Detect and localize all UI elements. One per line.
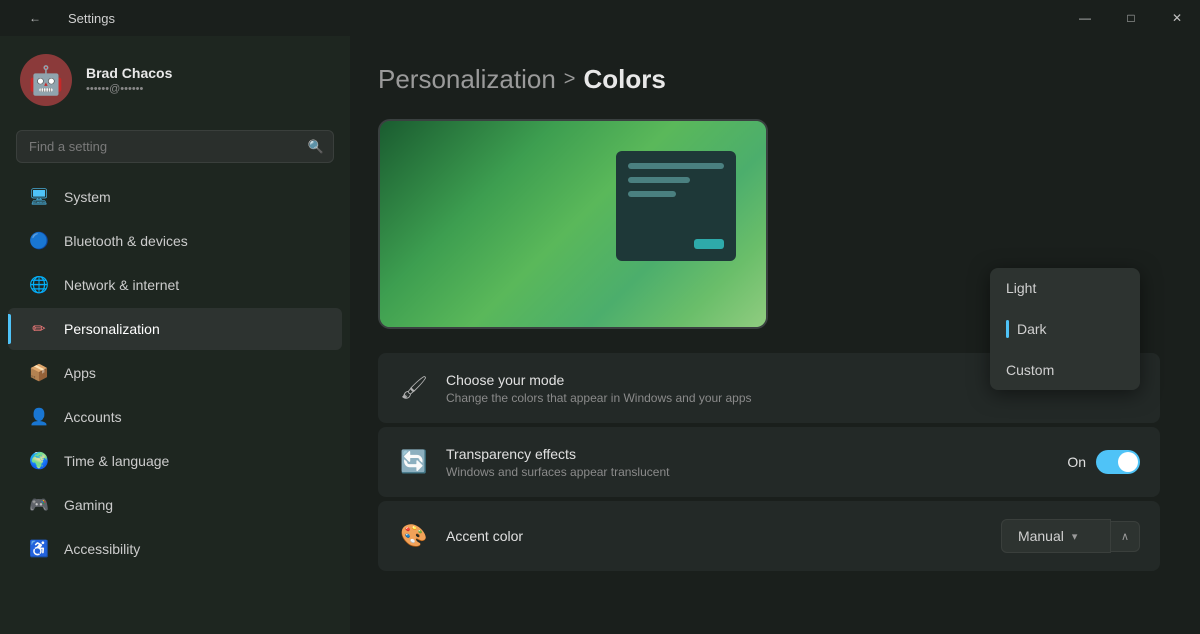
system-icon: 🖥 <box>28 186 50 208</box>
sidebar-item-label-network: Network & internet <box>64 277 179 293</box>
app-title: Settings <box>68 11 115 26</box>
search-input[interactable] <box>16 130 334 163</box>
sidebar-item-bluetooth[interactable]: 🔵 Bluetooth & devices <box>8 220 342 262</box>
chevron-down-icon: ▾ <box>1072 530 1078 543</box>
transparency-toggle-container: On <box>1067 450 1140 474</box>
maximize-button[interactable]: □ <box>1108 0 1154 36</box>
back-button[interactable]: ← <box>12 0 58 36</box>
mode-option-custom-label: Custom <box>1006 362 1054 378</box>
minimize-button[interactable]: — <box>1062 0 1108 36</box>
theme-preview <box>378 119 768 329</box>
preview-button <box>694 239 724 249</box>
network-icon: 🌐 <box>28 274 50 296</box>
preview-line-3 <box>628 191 676 197</box>
breadcrumb: Personalization > Colors <box>378 64 1160 95</box>
user-email: ••••••@•••••• <box>86 83 172 95</box>
accent-setting-row: 🎨 Accent color Manual ▾ ∧ <box>378 501 1160 571</box>
bluetooth-icon: 🔵 <box>28 230 50 252</box>
mode-dropdown: Light Dark Custom <box>990 268 1140 390</box>
close-button[interactable]: ✕ <box>1154 0 1200 36</box>
titlebar-left: ← Settings <box>12 0 115 36</box>
content-area: Personalization > Colors 🖌 Choose your m… <box>350 36 1200 634</box>
search-box: 🔍 <box>16 130 334 163</box>
sidebar-item-time[interactable]: 🌍 Time & language <box>8 440 342 482</box>
accent-value: Manual <box>1018 528 1064 544</box>
sidebar-item-label-time: Time & language <box>64 453 169 469</box>
transparency-description: Windows and surfaces appear translucent <box>446 465 1051 479</box>
sidebar-item-label-system: System <box>64 189 111 205</box>
sidebar-item-label-bluetooth: Bluetooth & devices <box>64 233 188 249</box>
accent-chevron-up-button[interactable]: ∧ <box>1111 521 1140 552</box>
mode-option-dark[interactable]: Dark <box>990 308 1140 350</box>
sidebar-item-gaming[interactable]: 🎮 Gaming <box>8 484 342 526</box>
personalization-icon: ✏ <box>28 318 50 340</box>
time-icon: 🌍 <box>28 450 50 472</box>
mode-option-light-label: Light <box>1006 280 1036 296</box>
accent-title: Accent color <box>446 528 985 544</box>
preview-window <box>616 151 736 261</box>
sidebar-item-apps[interactable]: 📦 Apps <box>8 352 342 394</box>
main-layout: 🤖 Brad Chacos ••••••@•••••• 🔍 🖥 System 🔵… <box>0 36 1200 634</box>
accent-dropdown: Manual ▾ ∧ <box>1001 519 1140 553</box>
preview-desktop <box>380 121 766 327</box>
accessibility-icon: ♿ <box>28 538 50 560</box>
sidebar-item-label-apps: Apps <box>64 365 96 381</box>
apps-icon: 📦 <box>28 362 50 384</box>
sidebar-item-label-accounts: Accounts <box>64 409 122 425</box>
titlebar: ← Settings — □ ✕ <box>0 0 1200 36</box>
accent-icon: 🎨 <box>398 520 430 552</box>
accent-text: Accent color <box>446 528 985 544</box>
transparency-toggle[interactable] <box>1096 450 1140 474</box>
avatar: 🤖 <box>20 54 72 106</box>
transparency-setting-row: 🔄 Transparency effects Windows and surfa… <box>378 427 1160 497</box>
search-icon: 🔍 <box>308 139 324 155</box>
mode-option-dark-label: Dark <box>1017 321 1047 337</box>
preview-line-1 <box>628 163 724 169</box>
accounts-icon: 👤 <box>28 406 50 428</box>
user-section[interactable]: 🤖 Brad Chacos ••••••@•••••• <box>0 36 350 124</box>
sidebar-item-label-accessibility: Accessibility <box>64 541 140 557</box>
sidebar-item-accounts[interactable]: 👤 Accounts <box>8 396 342 438</box>
user-info: Brad Chacos ••••••@•••••• <box>86 65 172 95</box>
preview-line-2 <box>628 177 690 183</box>
mode-option-custom[interactable]: Custom <box>990 350 1140 390</box>
mode-icon: 🖌 <box>398 372 430 404</box>
transparency-text: Transparency effects Windows and surface… <box>446 446 1051 479</box>
accent-select[interactable]: Manual ▾ <box>1001 519 1111 553</box>
transparency-toggle-label: On <box>1067 454 1086 470</box>
gaming-icon: 🎮 <box>28 494 50 516</box>
sidebar-item-network[interactable]: 🌐 Network & internet <box>8 264 342 306</box>
mode-description: Change the colors that appear in Windows… <box>446 391 1124 405</box>
toggle-thumb <box>1118 452 1138 472</box>
user-name: Brad Chacos <box>86 65 172 81</box>
breadcrumb-parent[interactable]: Personalization <box>378 64 556 95</box>
transparency-title: Transparency effects <box>446 446 1051 462</box>
sidebar-item-label-gaming: Gaming <box>64 497 113 513</box>
active-indicator <box>1006 320 1009 338</box>
sidebar-item-label-personalization: Personalization <box>64 321 160 337</box>
transparency-icon: 🔄 <box>398 446 430 478</box>
sidebar-item-personalization[interactable]: ✏ Personalization <box>8 308 342 350</box>
mode-option-light[interactable]: Light <box>990 268 1140 308</box>
breadcrumb-separator: > <box>564 68 576 91</box>
breadcrumb-current: Colors <box>583 64 665 95</box>
titlebar-controls: — □ ✕ <box>1062 0 1200 36</box>
sidebar-item-system[interactable]: 🖥 System <box>8 176 342 218</box>
sidebar-item-accessibility[interactable]: ♿ Accessibility <box>8 528 342 570</box>
sidebar: 🤖 Brad Chacos ••••••@•••••• 🔍 🖥 System 🔵… <box>0 36 350 634</box>
mode-setting-row: 🖌 Choose your mode Change the colors tha… <box>378 353 1160 423</box>
